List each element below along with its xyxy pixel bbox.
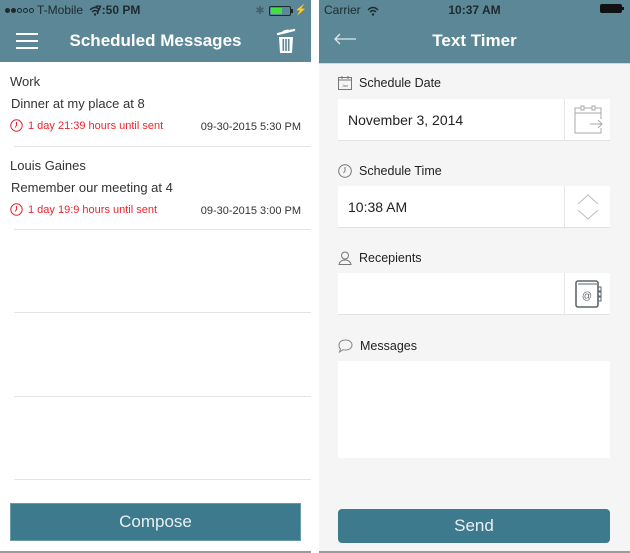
schedule-time-field[interactable]: 10:38 AM	[338, 186, 610, 228]
person-icon	[338, 251, 352, 265]
schedule-date-value: November 3, 2014	[348, 112, 464, 128]
svg-text:@: @	[581, 291, 591, 302]
message-text: Dinner at my place at 8	[11, 96, 145, 111]
page-title: Text Timer	[432, 31, 517, 50]
divider	[14, 479, 311, 480]
calendar-arrow-icon	[574, 105, 603, 134]
svg-text:Jan: Jan	[342, 83, 348, 88]
scheduled-message-list: Work Dinner at my place at 8 1 day 21:39…	[0, 62, 311, 480]
clock-icon	[10, 119, 23, 132]
up-down-chevron-icon	[577, 194, 598, 220]
countdown-text: 1 day 21:39 hours until sent	[28, 119, 164, 132]
message-recipient: Work	[10, 74, 41, 89]
date-picker-button[interactable]	[564, 99, 610, 141]
status-indicators	[600, 4, 624, 13]
label-text: Schedule Time	[359, 164, 442, 178]
status-bar: T-Mobile 7:50 PM ✱ ⚡	[0, 3, 311, 17]
bluetooth-icon: ✱	[255, 5, 265, 17]
schedule-time-value: 10:38 AM	[348, 199, 408, 215]
message-textarea[interactable]	[338, 361, 610, 458]
status-time: 7:50 PM	[95, 3, 141, 17]
clock-icon	[338, 164, 352, 178]
schedule-date-field[interactable]: November 3, 2014	[338, 99, 610, 141]
recipients-label: Recepients	[338, 251, 422, 265]
countdown: 1 day 19:9 hours until sent	[10, 203, 157, 216]
label-text: Schedule Date	[359, 76, 442, 90]
page-title: Scheduled Messages	[69, 31, 242, 50]
scheduled-messages-screen: T-Mobile 7:50 PM ✱ ⚡ Scheduled Messages	[0, 0, 311, 553]
message-text: Remember our meeting at 4	[11, 180, 173, 195]
scheduled-datetime: 09-30-2015 3:00 PM	[200, 205, 301, 217]
carrier-name: T-Mobile	[37, 3, 84, 17]
nav-bar: Carrier 10:37 AM Text Timer	[319, 0, 630, 64]
trash-icon[interactable]	[275, 28, 297, 54]
divider	[14, 396, 311, 397]
divider	[14, 312, 311, 313]
clock-icon	[10, 203, 23, 216]
schedule-time-label: Schedule Time	[338, 164, 442, 178]
recipients-field[interactable]: @	[338, 273, 610, 315]
speech-bubble-icon	[338, 339, 353, 353]
compose-button[interactable]: Compose	[10, 503, 301, 541]
charging-icon: ⚡	[294, 5, 307, 16]
app-screenshots: T-Mobile 7:50 PM ✱ ⚡ Scheduled Messages	[0, 0, 630, 553]
countdown-text: 1 day 19:9 hours until sent	[28, 203, 158, 216]
label-text: Recepients	[359, 251, 422, 265]
nav-bar: T-Mobile 7:50 PM ✱ ⚡ Scheduled Messages	[0, 0, 311, 62]
battery-icon	[268, 5, 293, 16]
message-recipient: Louis Gaines	[10, 158, 86, 173]
address-book-icon: @	[574, 280, 601, 308]
status-time: 10:37 AM	[448, 3, 501, 17]
status-indicators: ✱ ⚡	[255, 4, 307, 17]
calendar-icon: Jan	[338, 76, 352, 90]
time-stepper[interactable]	[564, 186, 610, 228]
label-text: Messages	[360, 339, 417, 353]
send-button[interactable]: Send	[338, 509, 610, 543]
countdown: 1 day 21:39 hours until sent	[10, 119, 163, 132]
text-timer-screen: Carrier 10:37 AM Text Timer Jan Schedule…	[319, 0, 630, 553]
divider	[14, 229, 311, 230]
status-bar: Carrier 10:37 AM	[319, 3, 630, 17]
signal-strength-icon	[5, 8, 34, 14]
list-item[interactable]: Work Dinner at my place at 8 1 day 21:39…	[0, 62, 311, 146]
messages-label: Messages	[338, 339, 417, 353]
carrier: T-Mobile	[5, 3, 101, 17]
battery-icon	[600, 4, 624, 13]
list-item[interactable]: Louis Gaines Remember our meeting at 4 1…	[0, 146, 311, 230]
schedule-date-label: Jan Schedule Date	[338, 76, 441, 90]
scheduled-datetime: 09-30-2015 5:30 PM	[200, 121, 301, 133]
contacts-button[interactable]: @	[564, 273, 610, 315]
